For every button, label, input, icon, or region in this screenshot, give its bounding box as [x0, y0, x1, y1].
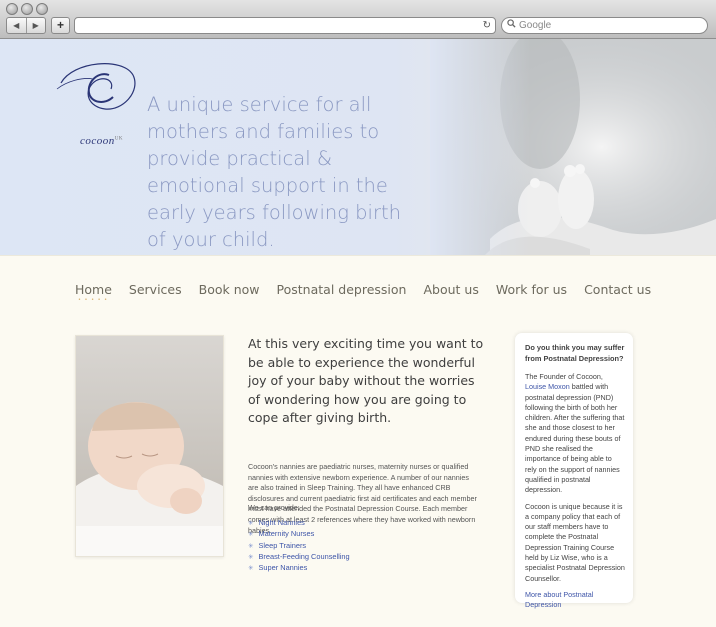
logo-suffix: UK — [114, 136, 123, 142]
services-list: Night Nannies Maternity Nurses Sleep Tra… — [248, 518, 350, 574]
search-icon — [507, 18, 516, 33]
service-link-super-nannies[interactable]: Super Nannies — [248, 563, 350, 574]
nav-item-home[interactable]: Home — [75, 282, 112, 303]
founder-link[interactable]: Louise Moxon — [525, 382, 570, 391]
zoom-window-button[interactable] — [36, 3, 48, 15]
pnd-sidebar: Do you think you may suffer from Postnat… — [515, 333, 633, 609]
back-button[interactable]: ◀ — [7, 18, 27, 33]
address-bar[interactable]: ↻ — [74, 17, 496, 34]
sidebar-paragraph-2: Cocoon is unique because it is a company… — [525, 501, 625, 583]
logo-text: cocoon — [80, 135, 115, 147]
nav-item-contact-us[interactable]: Contact us — [584, 282, 651, 297]
reload-icon[interactable]: ↻ — [483, 18, 491, 33]
sleeping-baby-photo — [75, 335, 224, 557]
logo-wordmark[interactable]: cocoonUK — [80, 135, 123, 147]
baby-feet-photo — [430, 39, 716, 255]
nav-item-about-us[interactable]: About us — [423, 282, 478, 297]
main-nav: Home Services Book now Postnatal depress… — [75, 282, 668, 303]
more-about-pnd-link[interactable]: More about Postnatal Depression — [525, 590, 593, 609]
service-link-breast-feeding[interactable]: Breast-Feeding Counselling — [248, 552, 349, 563]
nav-item-work-for-us[interactable]: Work for us — [496, 282, 567, 297]
service-link-night-nannies[interactable]: Night Nannies — [248, 518, 350, 529]
intro-heading: At this very exciting time you want to b… — [248, 336, 484, 425]
hero-banner: cocoonUK A unique service for all mother… — [0, 39, 716, 255]
close-window-button[interactable] — [6, 3, 18, 15]
sidebar-paragraph-1: The Founder of Cocoon, Louise Moxon batt… — [525, 372, 625, 496]
nav-item-postnatal-depression[interactable]: Postnatal depression — [277, 282, 407, 297]
sidebar-p1-rest: battled with postnatal depression (PND) … — [525, 382, 625, 495]
history-buttons: ◀ ▶ — [6, 17, 46, 34]
minimize-window-button[interactable] — [21, 3, 33, 15]
nav-item-services[interactable]: Services — [129, 282, 182, 297]
sidebar-p1-text: The Founder of Cocoon, — [525, 372, 603, 381]
nav-item-book-now[interactable]: Book now — [199, 282, 260, 297]
service-link-maternity-nurses[interactable]: Maternity Nurses — [248, 529, 350, 540]
new-tab-button[interactable]: + — [51, 17, 70, 34]
divider — [0, 255, 716, 256]
search-placeholder: Google — [519, 20, 552, 31]
search-field[interactable]: Google — [501, 17, 708, 34]
provide-intro: We can provide: — [248, 503, 300, 512]
sidebar-heading: Do you think you may suffer from Postnat… — [525, 343, 625, 363]
hero-tagline: A unique service for all mothers and fam… — [147, 93, 401, 251]
forward-button[interactable]: ▶ — [27, 18, 46, 33]
browser-toolbar: ◀ ▶ + ↻ Google — [0, 0, 716, 39]
cocoon-logo-icon — [56, 63, 136, 110]
service-link-sleep-trainers[interactable]: Sleep Trainers — [248, 541, 350, 552]
